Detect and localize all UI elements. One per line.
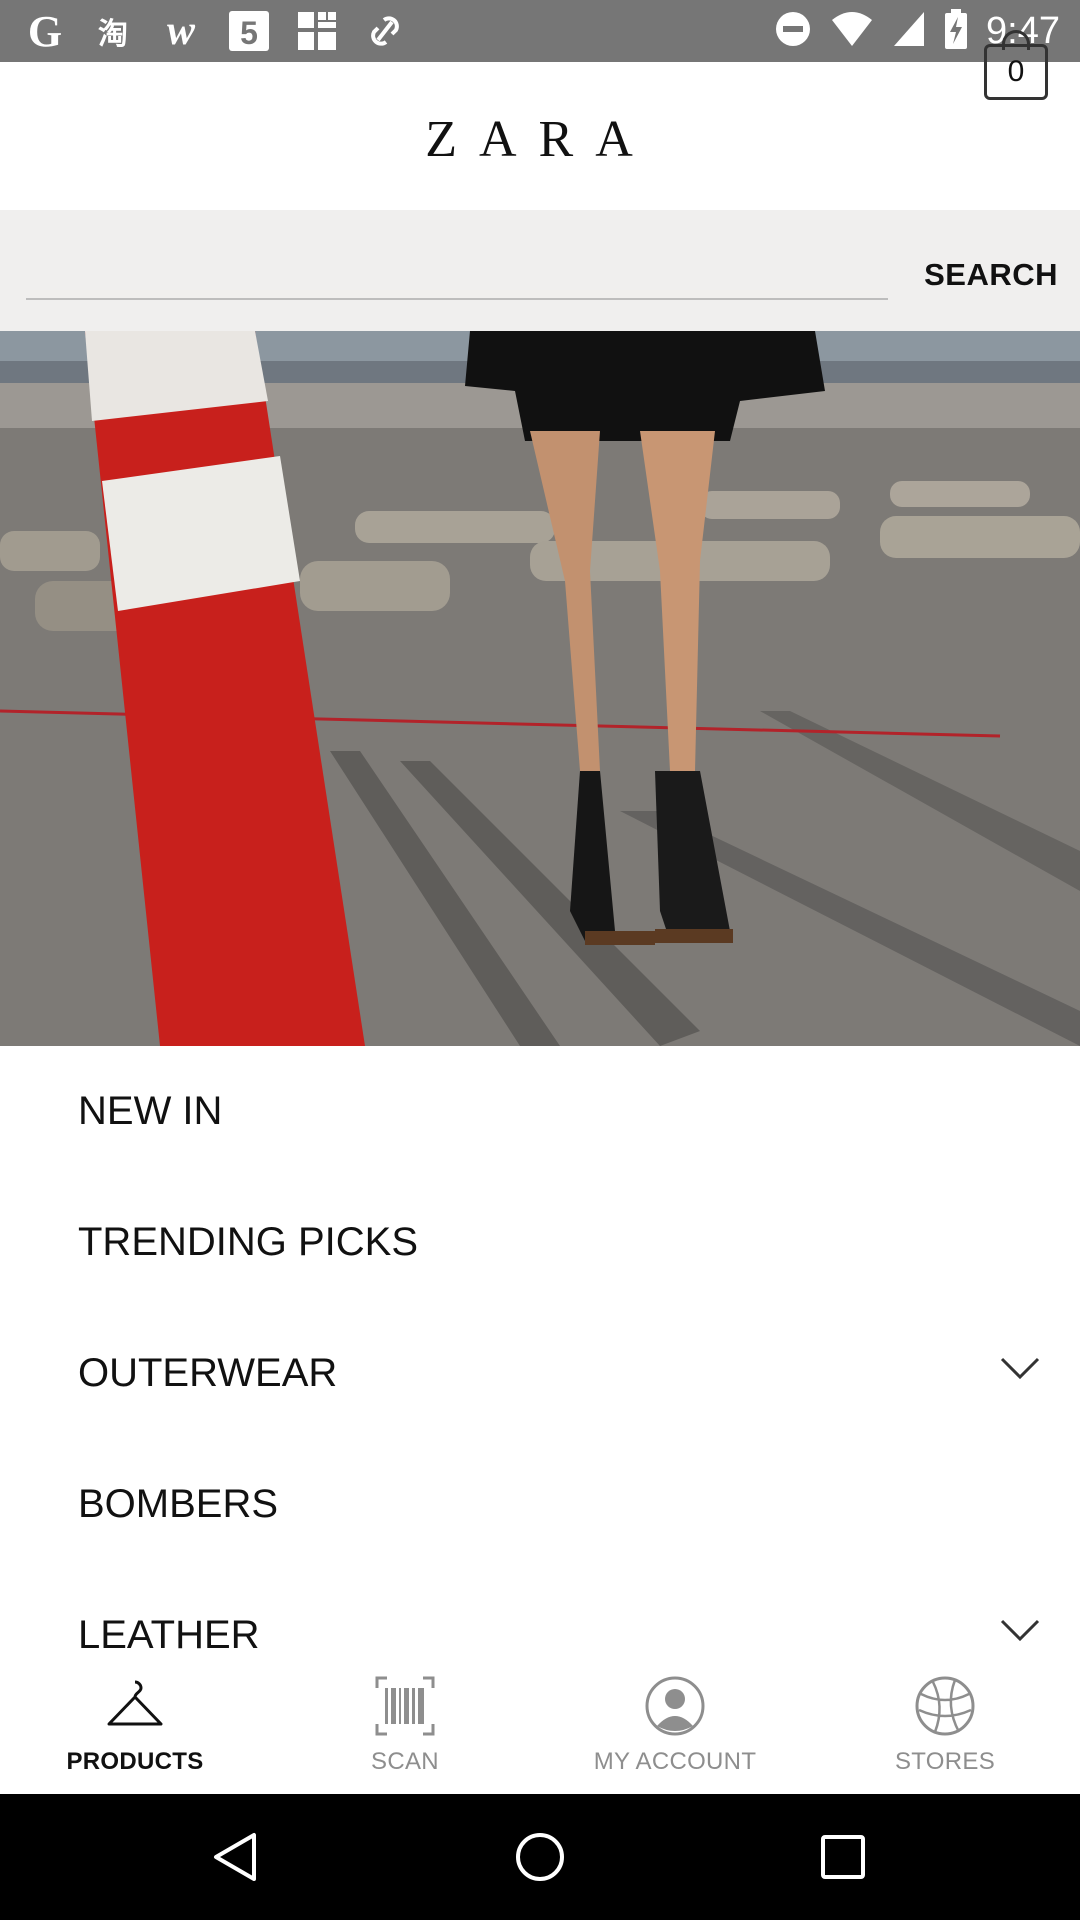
dnd-icon xyxy=(774,10,812,53)
recents-icon[interactable] xyxy=(820,1834,866,1880)
category-item[interactable]: NEW IN xyxy=(0,1046,1080,1176)
signal-icon xyxy=(892,10,926,53)
html5-icon: 5 xyxy=(226,8,272,54)
category-item[interactable]: OUTERWEAR xyxy=(0,1308,1080,1438)
back-icon[interactable] xyxy=(212,1832,258,1882)
globe-icon xyxy=(915,1676,975,1736)
category-label: OUTERWEAR xyxy=(78,1351,338,1395)
link-icon xyxy=(362,8,408,54)
chevron-down-icon[interactable] xyxy=(1000,1618,1040,1642)
zara-logo[interactable]: ZARA xyxy=(0,110,1080,169)
nav-label: PRODUCTS xyxy=(66,1748,204,1775)
status-bar: G 淘 w 5 9:47 xyxy=(0,0,1080,62)
nav-my-account[interactable]: MY ACCOUNT xyxy=(540,1656,810,1794)
nav-products[interactable]: PRODUCTS xyxy=(0,1656,270,1794)
nav-scan[interactable]: SCAN xyxy=(270,1656,540,1794)
cart-count: 0 xyxy=(1007,55,1025,88)
category-label: TRENDING PICKS xyxy=(78,1220,419,1264)
g-icon: G xyxy=(27,6,63,56)
grid-app-icon xyxy=(294,8,340,54)
hero-banner-image[interactable] xyxy=(0,331,1080,1046)
chevron-down-icon[interactable] xyxy=(1000,1356,1040,1380)
system-navigation-bar xyxy=(0,1794,1080,1920)
taobao-icon: 淘 xyxy=(98,17,128,52)
category-label: BOMBERS xyxy=(78,1482,279,1526)
category-item[interactable]: TRENDING PICKS xyxy=(0,1177,1080,1307)
w-icon: w xyxy=(166,8,195,54)
account-icon xyxy=(645,1676,705,1736)
nav-stores[interactable]: STORES xyxy=(810,1656,1080,1794)
search-button[interactable]: SEARCH xyxy=(924,257,1058,293)
barcode-icon xyxy=(375,1676,435,1736)
hanger-icon xyxy=(107,1680,163,1726)
bottom-navigation: PRODUCTS SCAN MY ACCOUNT STORES xyxy=(0,1656,1080,1794)
nav-label: SCAN xyxy=(371,1748,439,1775)
notification-icons: G 淘 w 5 xyxy=(22,6,408,56)
battery-charging-icon xyxy=(944,8,968,54)
home-icon[interactable] xyxy=(514,1831,566,1883)
category-label: NEW IN xyxy=(78,1089,223,1133)
category-item[interactable]: BOMBERS xyxy=(0,1439,1080,1569)
nav-label: MY ACCOUNT xyxy=(593,1748,757,1775)
shopping-bag-button[interactable]: 0 xyxy=(984,44,1048,100)
search-bar xyxy=(0,210,1080,331)
svg-text:5: 5 xyxy=(240,15,258,51)
app-header: ZARA xyxy=(0,62,1080,210)
nav-label: STORES xyxy=(894,1748,996,1775)
wifi-icon xyxy=(830,10,874,53)
search-input[interactable] xyxy=(26,298,888,300)
